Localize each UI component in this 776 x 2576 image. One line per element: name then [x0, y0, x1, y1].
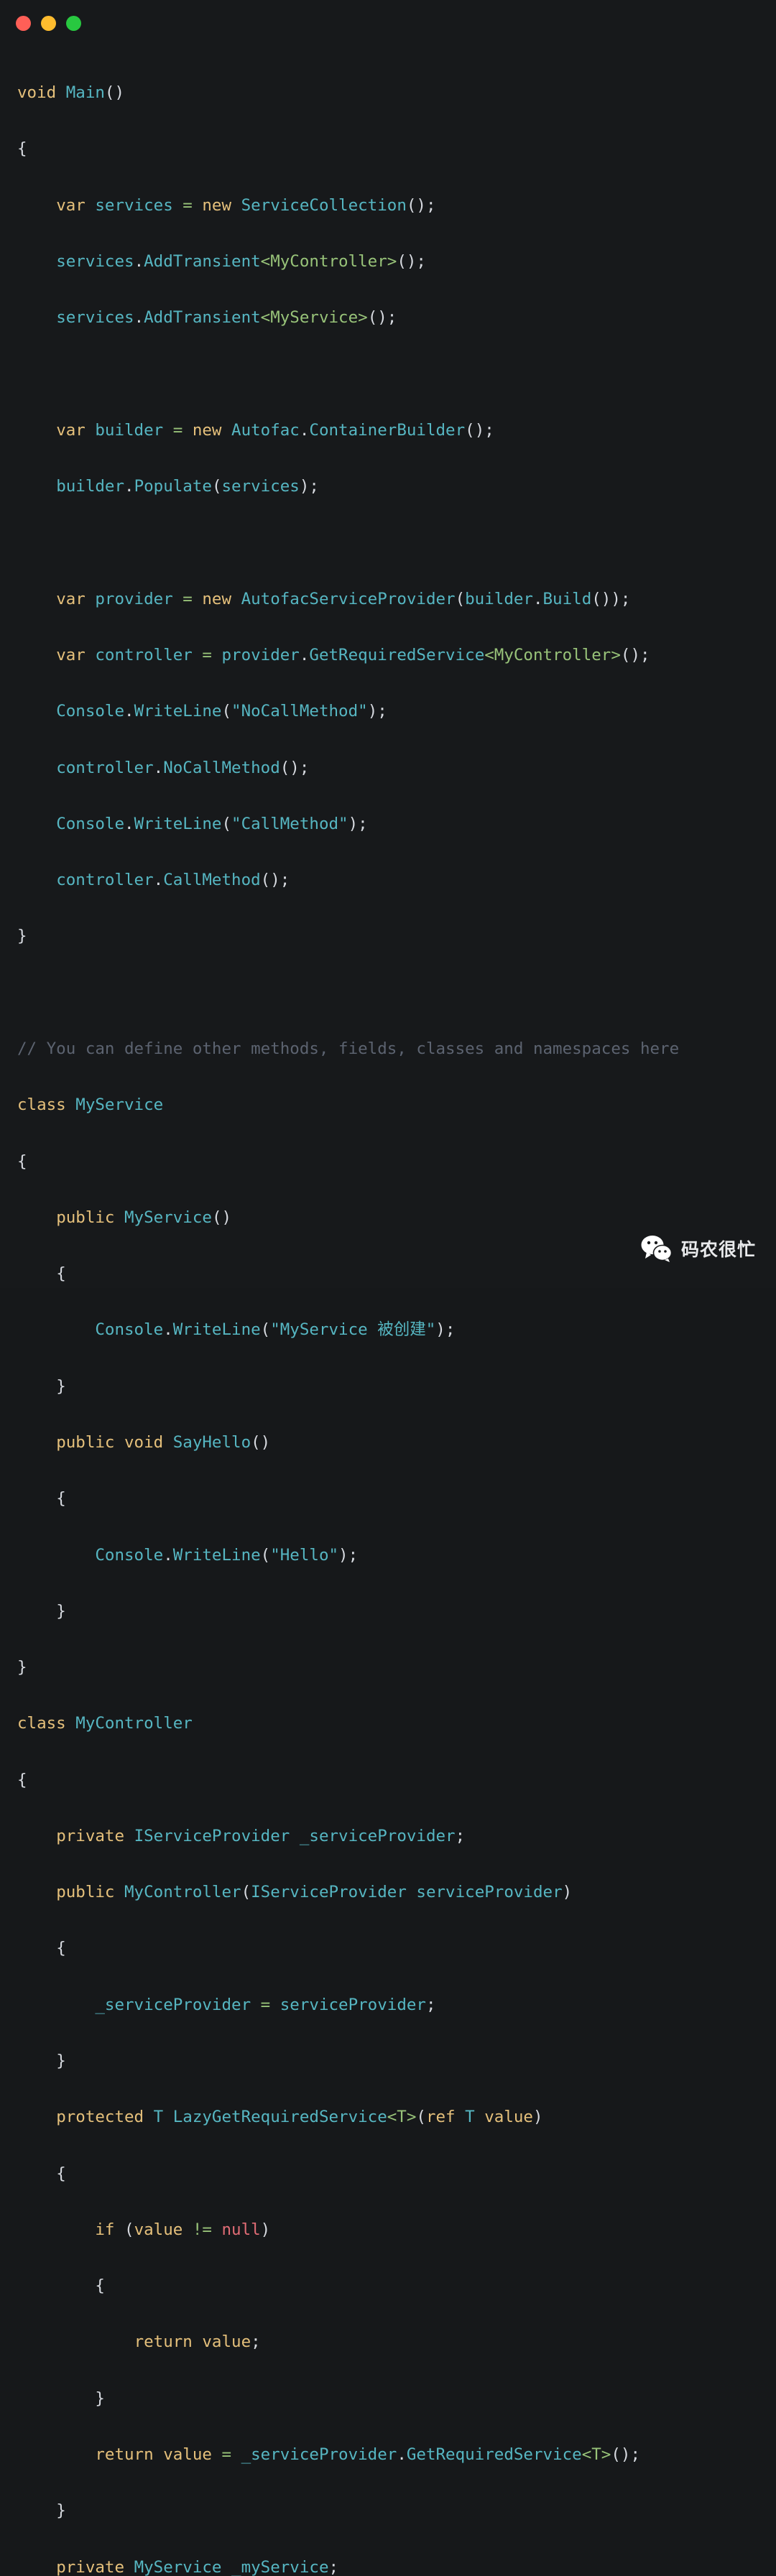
code-line: {	[56, 1489, 66, 1509]
code-line: Console.WriteLine("MyService 被创建");	[95, 1320, 456, 1340]
code-line: Console.WriteLine("NoCallMethod");	[56, 702, 387, 721]
code-block: void Main() { var services = new Service…	[0, 46, 776, 2576]
code-line: class MyService	[17, 1095, 164, 1115]
code-line: void Main()	[17, 83, 125, 103]
code-line: services.AddTransient<MyService>();	[56, 308, 397, 328]
close-window-button[interactable]	[16, 15, 31, 31]
code-line: {	[56, 2164, 66, 2183]
code-line: var provider = new AutofacServiceProvide…	[56, 589, 631, 608]
code-line: var builder = new Autofac.ContainerBuild…	[56, 420, 494, 440]
code-line: private IServiceProvider _serviceProvide…	[56, 1826, 466, 1845]
code-line: }	[56, 1376, 66, 1396]
code-line: {	[17, 1770, 27, 1789]
code-line: Console.WriteLine("Hello");	[95, 1545, 359, 1565]
wechat-icon	[641, 1235, 673, 1262]
code-line: public MyController(IServiceProvider ser…	[56, 1883, 573, 1902]
code-line: _serviceProvider = serviceProvider;	[95, 1995, 436, 2014]
code-line: Console.WriteLine("CallMethod");	[56, 814, 368, 833]
code-line: }	[17, 927, 27, 946]
code-line: {	[56, 1939, 66, 1958]
code-line: {	[17, 139, 27, 159]
code-line: builder.Populate(services);	[56, 477, 319, 496]
maximize-window-button[interactable]	[66, 15, 81, 31]
window-titlebar	[0, 0, 776, 46]
code-line: {	[56, 1264, 66, 1284]
code-line: var controller = provider.GetRequiredSer…	[56, 646, 650, 664]
code-line: }	[17, 1658, 27, 1677]
code-line: public MyService()	[56, 1208, 232, 1227]
code-line: public void SayHello()	[56, 1432, 271, 1452]
code-screenshot-window: void Main() { var services = new Service…	[0, 0, 776, 2576]
code-line: {	[95, 2276, 105, 2296]
code-line: controller.CallMethod();	[56, 871, 290, 890]
code-line-comment: // You can define other methods, fields,…	[17, 1039, 757, 1058]
watermark-label: 码农很忙	[680, 1239, 756, 1260]
code-line: private MyService _myService;	[56, 2557, 339, 2576]
code-line: }	[56, 1601, 66, 1621]
minimize-window-button[interactable]	[41, 15, 56, 31]
code-line: class MyController	[17, 1714, 193, 1733]
code-line: var services = new ServiceCollection();	[56, 195, 436, 215]
watermark: 码农很忙	[641, 1235, 756, 1262]
code-line: protected T LazyGetRequiredService<T>(re…	[56, 2108, 543, 2127]
code-line: return value = _serviceProvider.GetRequi…	[95, 2445, 640, 2464]
code-comment: // You can define other methods, fields,…	[17, 1039, 680, 1058]
code-line: {	[17, 1152, 27, 1171]
code-line: }	[56, 2501, 66, 2521]
code-line: if (value != null)	[95, 2220, 271, 2239]
code-line: services.AddTransient<MyController>();	[56, 252, 426, 272]
code-line: }	[56, 2052, 66, 2071]
code-line: controller.NoCallMethod();	[56, 758, 310, 777]
code-line: return value;	[134, 2332, 261, 2352]
code-line: }	[95, 2389, 105, 2408]
